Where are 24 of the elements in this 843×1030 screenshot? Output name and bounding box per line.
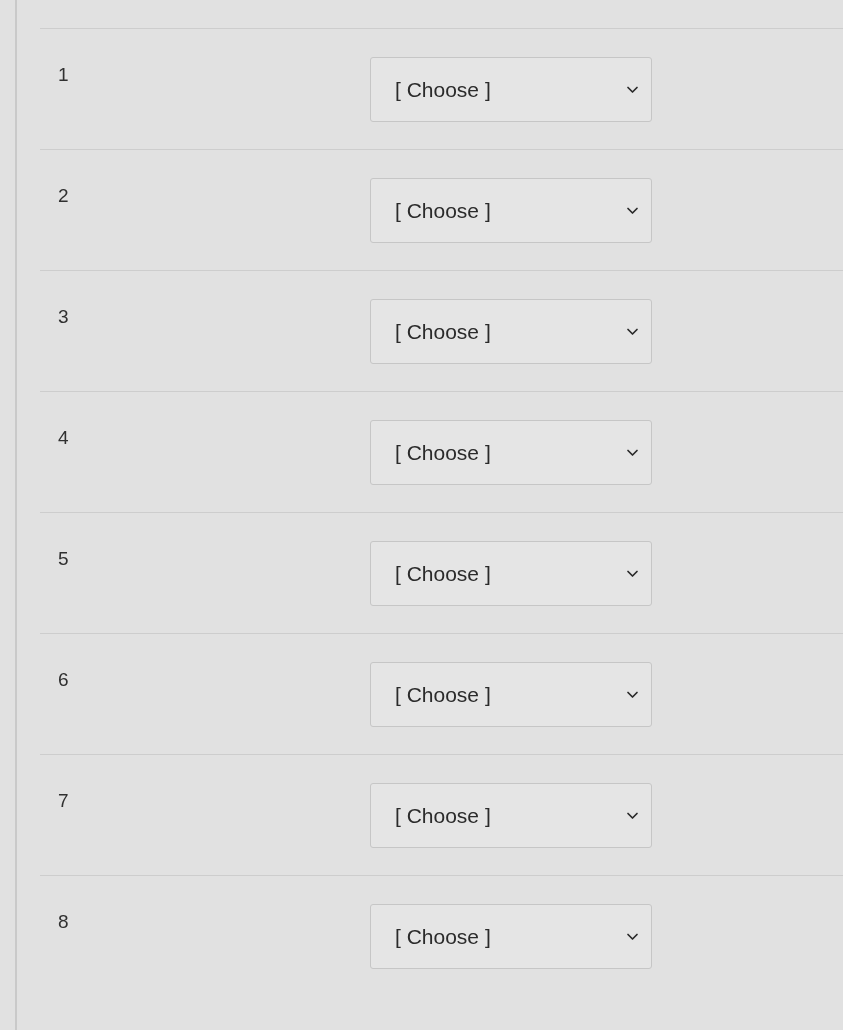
row-number: 1: [58, 63, 69, 87]
row-number: 5: [58, 547, 69, 571]
chevron-down-icon: [626, 690, 639, 699]
chevron-down-icon: [626, 327, 639, 336]
answer-dropdown[interactable]: [ Choose ]: [370, 662, 652, 727]
answer-dropdown[interactable]: [ Choose ]: [370, 178, 652, 243]
row-number: 3: [58, 305, 69, 329]
row-number: 8: [58, 910, 69, 934]
chevron-down-icon: [626, 932, 639, 941]
chevron-down-icon: [626, 85, 639, 94]
answer-dropdown[interactable]: [ Choose ]: [370, 783, 652, 848]
row-number: 4: [58, 426, 69, 450]
chevron-down-icon: [626, 448, 639, 457]
chevron-down-icon: [626, 569, 639, 578]
answer-dropdown[interactable]: [ Choose ]: [370, 420, 652, 485]
row-number: 6: [58, 668, 69, 692]
answer-dropdown[interactable]: [ Choose ]: [370, 904, 652, 969]
answer-dropdown[interactable]: [ Choose ]: [370, 541, 652, 606]
answer-dropdown[interactable]: [ Choose ]: [370, 57, 652, 122]
answer-dropdown[interactable]: [ Choose ]: [370, 299, 652, 364]
row-number: 7: [58, 789, 69, 813]
row-number: 2: [58, 184, 69, 208]
chevron-down-icon: [626, 811, 639, 820]
chevron-down-icon: [626, 206, 639, 215]
